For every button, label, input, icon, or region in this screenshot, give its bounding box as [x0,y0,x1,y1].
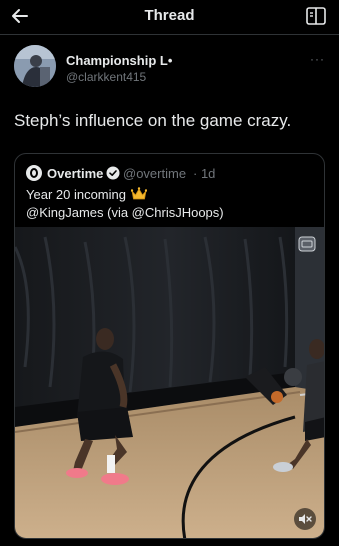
more-options-icon[interactable]: ··· [310,52,325,66]
page-title: Thread [144,7,195,24]
quote-author-handle: @overtime [123,166,187,181]
avatar[interactable] [14,45,56,87]
quote-text-line-1: Year 20 incoming [26,187,126,202]
media-badge-icon [298,236,316,252]
header-divider [0,34,339,35]
verified-badge-icon [106,166,120,180]
quote-timestamp: · 1d [193,166,216,181]
post-text: Steph’s influence on the game crazy. [14,111,292,130]
muted-speaker-icon[interactable] [294,508,316,530]
quote-avatar [26,165,42,181]
video-player[interactable] [15,227,324,538]
video-frame [15,227,324,538]
author-handle[interactable]: @clarkkent415 [66,70,146,84]
quoted-post[interactable]: Overtime @overtime · 1d Year 20 incoming… [14,153,325,539]
quote-author-name: Overtime [47,166,104,181]
author-name[interactable]: Championship L• [66,53,172,68]
quote-text-line-2: @KingJames (via @ChrisJHoops) [26,205,224,220]
top-bar: Thread [0,0,339,34]
crown-emoji-icon [131,187,147,200]
reader-mode-icon[interactable] [306,7,326,25]
